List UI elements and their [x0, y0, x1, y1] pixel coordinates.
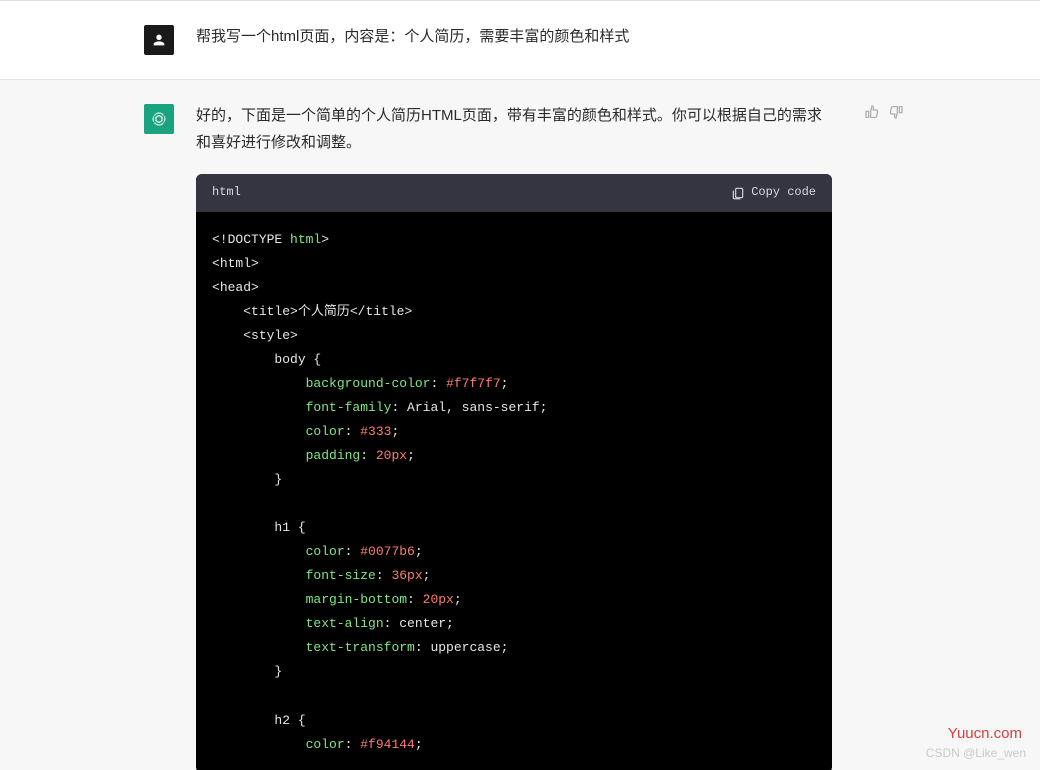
site-watermark: Yuucn.com: [948, 725, 1022, 742]
csdn-watermark: CSDN @Like_wen: [926, 746, 1026, 760]
openai-icon: [149, 109, 169, 129]
thumbs-up-icon: [864, 104, 880, 120]
person-icon: [151, 32, 167, 48]
clipboard-icon: [731, 186, 745, 200]
code-body[interactable]: <!DOCTYPE html> <html> <head> <title>个人简…: [196, 212, 832, 770]
assistant-avatar: [144, 104, 174, 134]
thumbs-down-icon: [888, 104, 904, 120]
code-header: html Copy code: [196, 174, 832, 212]
copy-code-button[interactable]: Copy code: [731, 182, 816, 204]
code-block: html Copy code <!DOCTYPE html> <html> <h…: [196, 174, 832, 770]
user-message-text: 帮我写一个html页面，内容是：个人简历，需要丰富的颜色和样式: [196, 23, 904, 55]
copy-code-label: Copy code: [751, 182, 816, 204]
thumbs-up-button[interactable]: [864, 104, 880, 125]
code-lang-label: html: [212, 182, 241, 204]
user-message-row: 帮我写一个html页面，内容是：个人简历，需要丰富的颜色和样式: [0, 1, 1040, 80]
feedback-buttons: [864, 104, 904, 125]
assistant-intro-text: 好的，下面是一个简单的个人简历HTML页面，带有丰富的颜色和样式。你可以根据自己…: [196, 102, 832, 156]
user-avatar: [144, 25, 174, 55]
thumbs-down-button[interactable]: [888, 104, 904, 125]
assistant-message-row: 好的，下面是一个简单的个人简历HTML页面，带有丰富的颜色和样式。你可以根据自己…: [0, 80, 1040, 770]
